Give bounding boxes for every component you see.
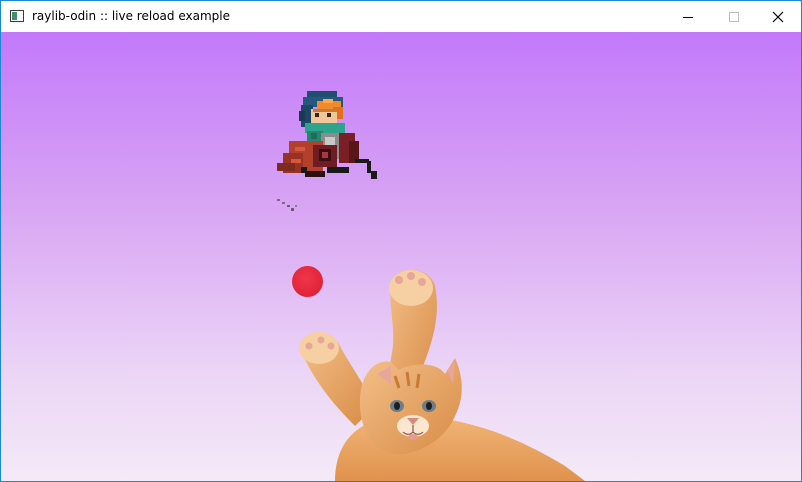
pixel-adventurer-character	[277, 91, 377, 211]
minimize-button[interactable]	[665, 1, 711, 32]
game-canvas[interactable]	[1, 32, 801, 481]
app-window: raylib-odin :: live reload example	[0, 0, 802, 482]
close-button[interactable]	[755, 1, 801, 32]
app-window-icon	[10, 10, 24, 22]
window-title: raylib-odin :: live reload example	[32, 9, 230, 23]
orange-kitten-reaching	[299, 270, 585, 481]
maximize-button[interactable]	[711, 1, 757, 32]
title-bar[interactable]: raylib-odin :: live reload example	[1, 1, 801, 32]
minimize-icon	[683, 16, 693, 18]
close-icon	[772, 11, 784, 22]
maximize-icon	[729, 11, 739, 22]
